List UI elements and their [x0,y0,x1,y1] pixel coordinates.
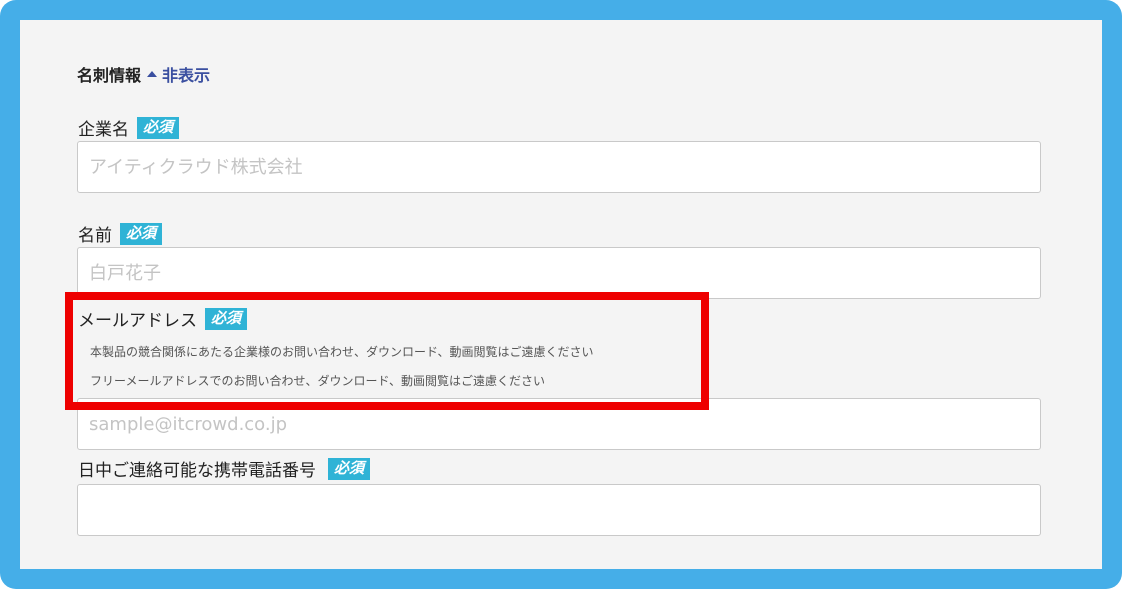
email-input[interactable] [77,398,1041,450]
name-input[interactable] [77,247,1041,299]
phone-label: 日中ご連絡可能な携帯電話番号 必須 [78,456,371,481]
email-note-free-mail: フリーメールアドレスでのお問い合わせ、ダウンロード、動画閲覧はご遠慮ください [90,374,546,388]
email-label: メールアドレス 必須 [78,306,248,331]
section-title: 名刺情報 [77,66,142,85]
company-label-text: 企業名 [78,120,129,140]
business-card-form: 名刺情報 非表示 企業名 必須 名前 必須 メールアドレス 必須 本製品の競合関… [20,20,1102,569]
email-label-text: メールアドレス [78,311,197,331]
required-badge: 必須 [205,307,248,330]
email-note-competitor: 本製品の競合関係にあたる企業様のお問い合わせ、ダウンロード、動画閲覧はご遠慮くだ… [90,345,594,359]
phone-input[interactable] [77,484,1041,536]
section-header: 名刺情報 非表示 [77,62,210,86]
company-input[interactable] [77,141,1041,193]
required-badge: 必須 [137,116,180,139]
outer-frame: 名刺情報 非表示 企業名 必須 名前 必須 メールアドレス 必須 本製品の競合関… [0,0,1122,589]
required-badge: 必須 [328,457,371,480]
name-label: 名前 必須 [78,221,163,246]
hide-toggle-label: 非表示 [162,66,211,85]
hide-toggle[interactable]: 非表示 [147,62,210,86]
name-label-text: 名前 [78,226,112,246]
caret-up-icon [147,71,158,77]
phone-label-text: 日中ご連絡可能な携帯電話番号 [78,461,316,481]
company-label: 企業名 必須 [78,115,180,140]
required-badge: 必須 [120,222,163,245]
